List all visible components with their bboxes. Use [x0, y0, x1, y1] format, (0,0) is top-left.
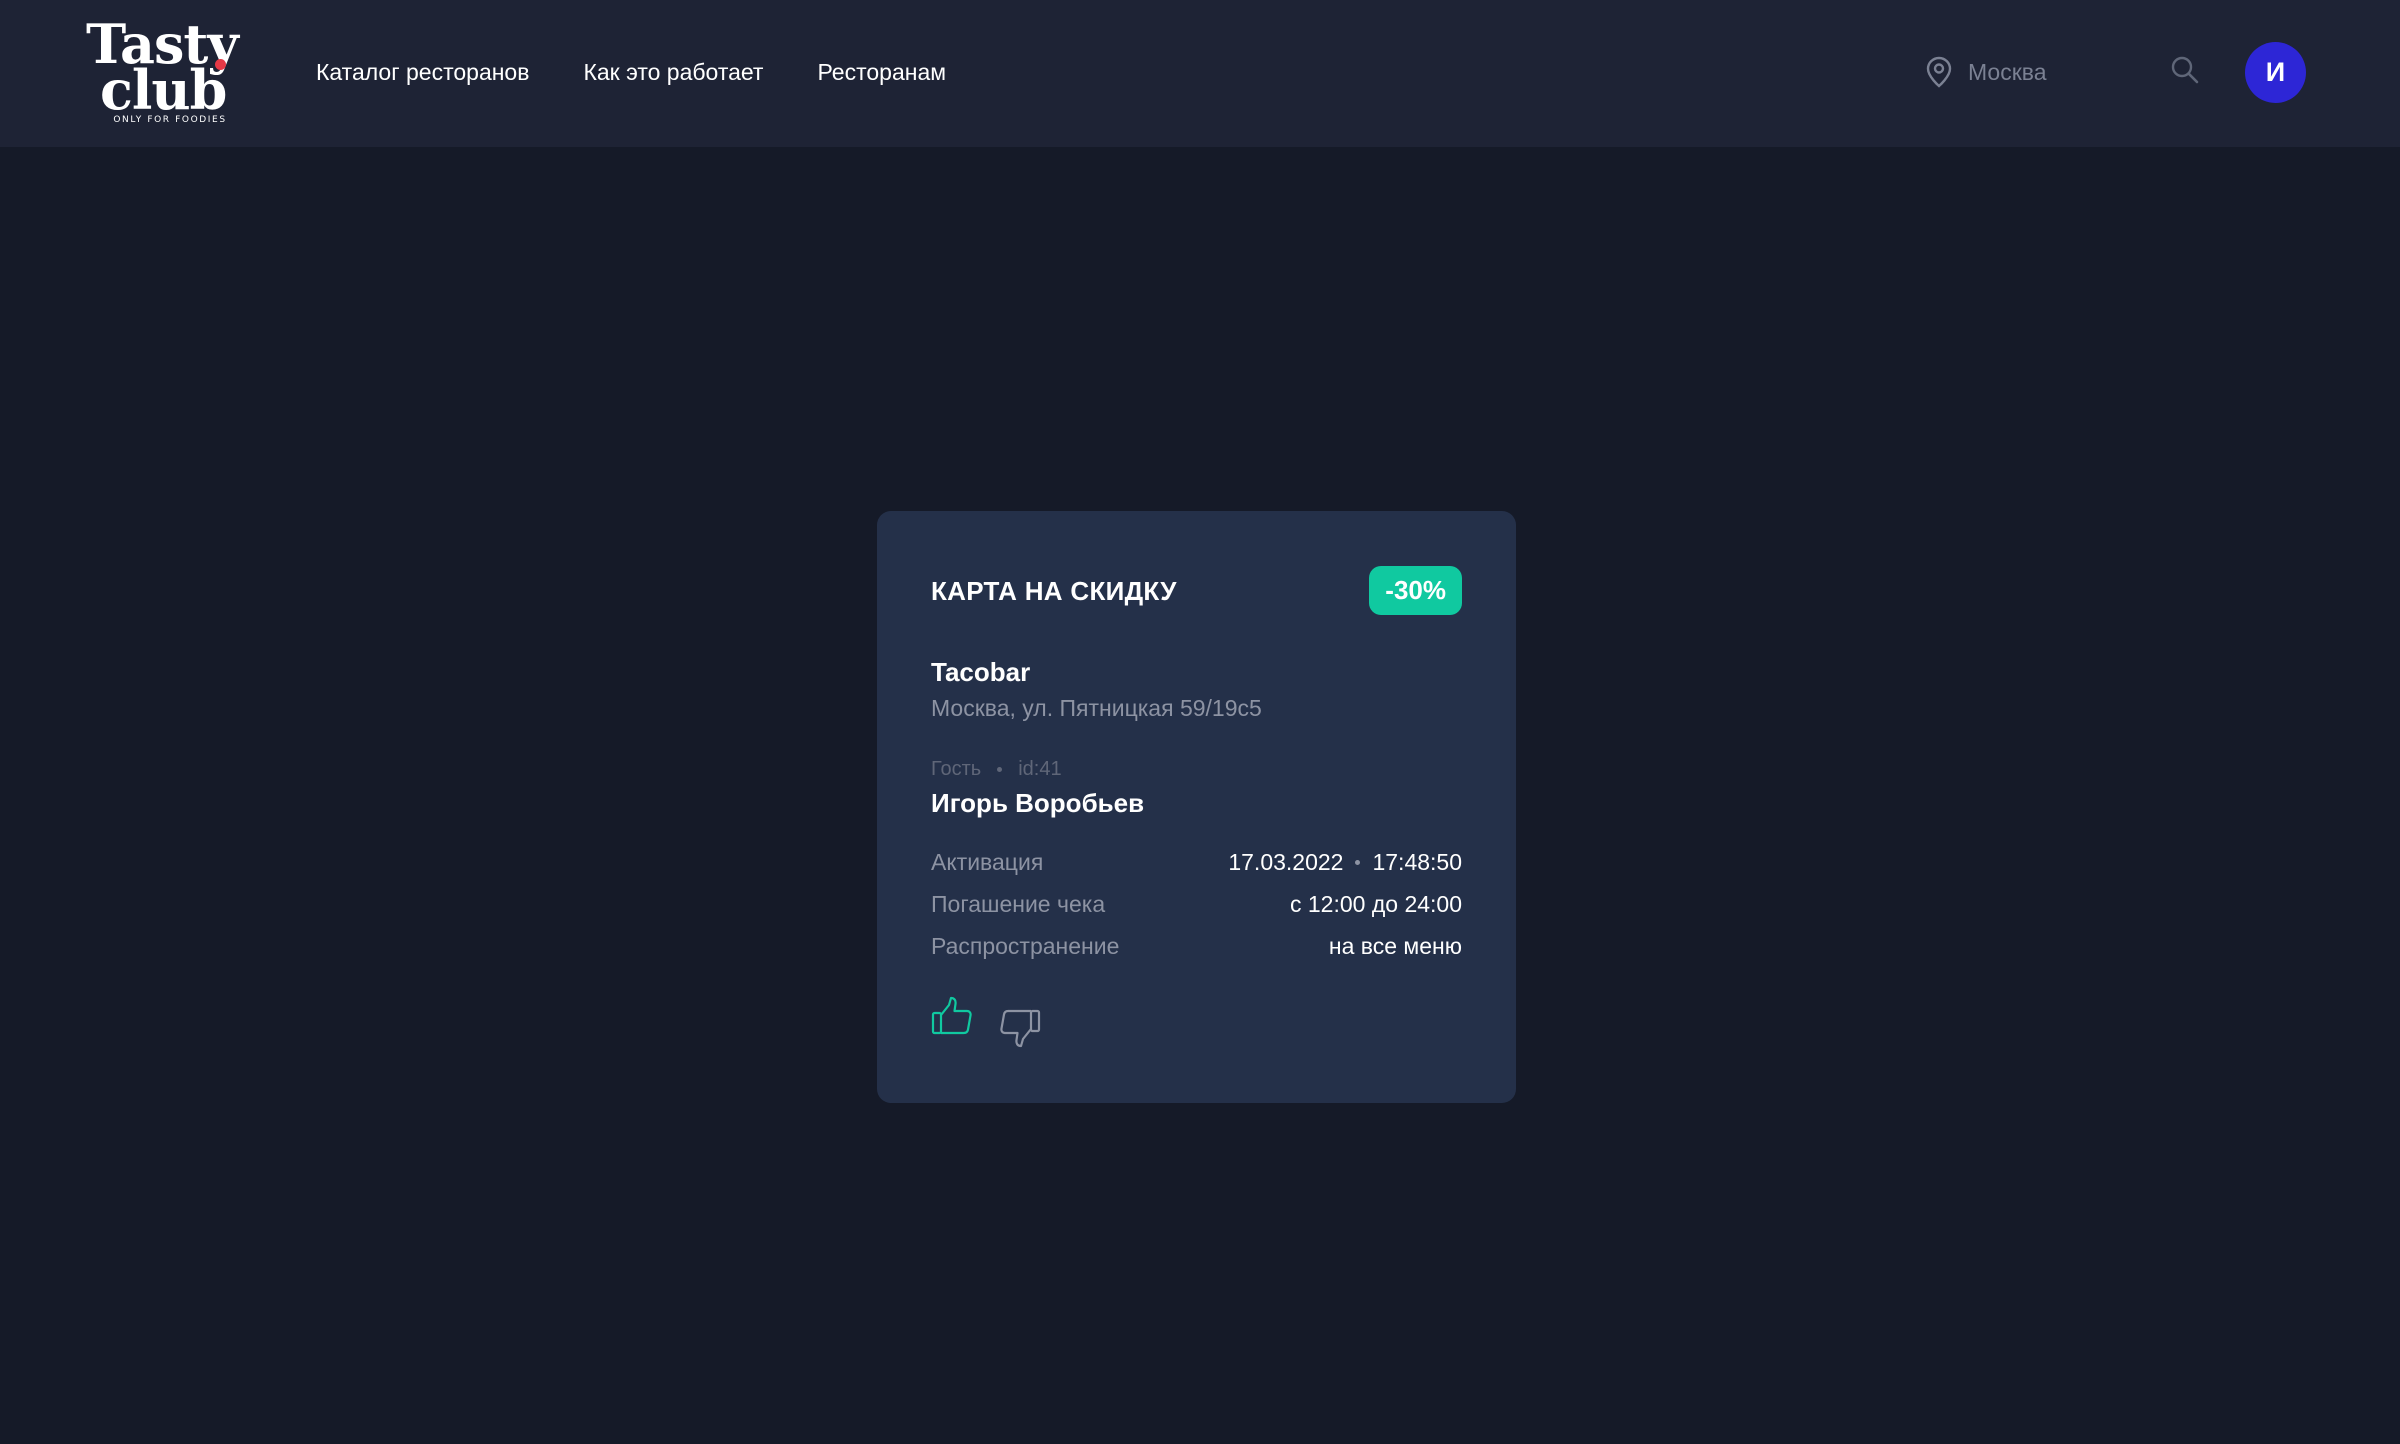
detail-row-activation: Активация 17.03.2022 17:48:50: [931, 841, 1462, 883]
activation-time: 17:48:50: [1372, 849, 1462, 875]
nav-link-for-restaurants[interactable]: Ресторанам: [817, 56, 946, 88]
redemption-label: Погашение чека: [931, 891, 1106, 917]
redemption-value: с 12:00 до 24:00: [1290, 891, 1462, 917]
restaurant-name[interactable]: Tacobar: [931, 655, 1030, 689]
tasty-club-logo[interactable]: Tasty club ONLY FOR FOODIES: [86, 14, 252, 128]
scope-value: на все меню: [1328, 933, 1462, 959]
discount-card: КАРТА НА СКИДКУ -30% Tacobar Москва, ул.…: [877, 511, 1516, 1103]
card-details: Активация 17.03.2022 17:48:50 Погашение …: [931, 841, 1462, 967]
restaurant-address: Москва, ул. Пятницкая 59/19с5: [931, 695, 1262, 721]
detail-row-scope: Распространение на все меню: [931, 925, 1462, 967]
logo-tagline: ONLY FOR FOODIES: [113, 115, 227, 125]
search-icon: [2170, 55, 2200, 90]
separator-dot: [1355, 859, 1361, 865]
activation-value: 17.03.2022 17:48:50: [1228, 841, 1462, 883]
guest-meta: Гость id:41: [931, 755, 1062, 783]
vote-buttons: [931, 996, 1043, 1052]
search-button[interactable]: [2168, 55, 2202, 89]
activation-label: Активация: [931, 849, 1044, 875]
dislike-button[interactable]: [999, 996, 1043, 1052]
user-avatar[interactable]: И: [2245, 42, 2306, 103]
guest-name: Игорь Воробьев: [931, 788, 1145, 818]
detail-row-redemption: Погашение чека с 12:00 до 24:00: [931, 883, 1462, 925]
discount-badge: -30%: [1369, 566, 1462, 615]
map-pin-icon: [1926, 56, 1952, 88]
scope-label: Распространение: [931, 933, 1120, 959]
activation-date: 17.03.2022: [1228, 849, 1344, 875]
guest-label: Гость: [931, 758, 982, 780]
card-header: КАРТА НА СКИДКУ -30%: [931, 566, 1462, 616]
thumbs-down-icon: [999, 1008, 1041, 1053]
like-button[interactable]: [931, 996, 975, 1052]
logo-line-2: club: [100, 58, 227, 122]
nav-link-how-it-works[interactable]: Как это работает: [583, 56, 763, 88]
city-selector[interactable]: Москва: [1926, 55, 2047, 89]
card-title: КАРТА НА СКИДКУ: [931, 576, 1177, 606]
nav-link-restaurant-catalog[interactable]: Каталог ресторанов: [316, 56, 529, 88]
guest-id: id:41: [1018, 758, 1062, 780]
separator-dot: [997, 766, 1003, 772]
main-nav: Каталог ресторанов Как это работает Рест…: [316, 56, 946, 88]
thumbs-up-icon: [931, 996, 973, 1041]
city-name: Москва: [1968, 59, 2047, 85]
top-header: Tasty club ONLY FOR FOODIES Каталог рест…: [0, 0, 2400, 147]
logo-dot: [215, 59, 226, 70]
